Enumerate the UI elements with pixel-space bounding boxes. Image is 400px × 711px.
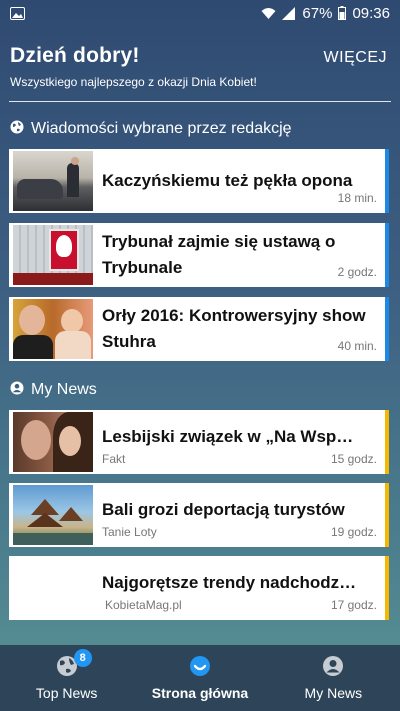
news-card-time: 40 min.: [337, 339, 377, 353]
news-card-title: Kaczyńskiemu też pękła opona: [102, 171, 353, 190]
signal-icon: [282, 6, 296, 20]
news-card-time: 2 godz.: [337, 265, 377, 279]
card-accent-bar: [385, 556, 389, 620]
mynews-card-title: Bali grozi deportacją turystów: [102, 500, 345, 519]
more-button[interactable]: WIĘCEJ: [324, 49, 387, 67]
mynews-card-source: Fakt: [102, 452, 126, 466]
news-card-title: Trybunał zajmie się ustawą o Trybunale: [102, 232, 336, 277]
mynews-card-time: 19 godz.: [330, 525, 377, 539]
car-photo: [13, 151, 93, 211]
person-icon: [322, 655, 344, 680]
person-icon: [10, 381, 24, 400]
mynews-card-time: 15 godz.: [330, 452, 377, 466]
bottom-navigation: 8 Top News Strona główna My News: [0, 645, 400, 711]
gallery-notification-icon: [10, 6, 25, 20]
battery-percent: 67%: [302, 4, 333, 22]
bali-temple-photo: [13, 485, 93, 545]
news-card-time: 18 min.: [337, 191, 377, 205]
news-card[interactable]: Kaczyńskiemu też pękła opona 18 min.: [9, 149, 389, 213]
smile-icon: [189, 655, 211, 680]
card-accent-bar: [385, 297, 389, 361]
wifi-icon: [261, 7, 276, 20]
top-news-badge: 8: [73, 649, 92, 667]
mynews-card-title: Najgorętsze trendy nadchodz…: [102, 573, 357, 592]
news-card-title: Orły 2016: Kontrowersyjny show Stuhra: [102, 306, 366, 351]
editors-heading-label: Wiadomości wybrane przez redakcję: [31, 120, 292, 137]
mynews-card[interactable]: Bali grozi deportacją turystów Tanie Lot…: [9, 483, 389, 547]
nav-home[interactable]: Strona główna: [135, 655, 265, 701]
mynews-section-heading: My News: [0, 378, 107, 402]
mynews-card-source: Tanie Loty: [102, 525, 157, 539]
mynews-heading-label: My News: [31, 381, 97, 398]
card-accent-bar: [385, 223, 389, 287]
tribunal-photo: [13, 225, 93, 285]
nav-my-news[interactable]: My News: [268, 655, 398, 701]
card-accent-bar: [385, 483, 389, 547]
mynews-card[interactable]: Lesbijski związek w „Na Wsp… Fakt 15 god…: [9, 410, 389, 474]
couple-photo: [13, 412, 93, 472]
nav-top-news[interactable]: 8 Top News: [2, 649, 132, 701]
mynews-card-time: 17 godz.: [330, 598, 377, 612]
nav-label: Strona główna: [151, 685, 249, 701]
news-card[interactable]: Trybunał zajmie się ustawą o Trybunale 2…: [9, 223, 389, 287]
nav-label: Top News: [35, 685, 98, 701]
editors-section-heading: Wiadomości wybrane przez redakcję: [0, 117, 302, 141]
greeting-header: Dzień dobry! Wszystkiego najlepszego z o…: [0, 26, 400, 89]
status-bar: 67% 09:36: [0, 0, 400, 26]
news-card[interactable]: Orły 2016: Kontrowersyjny show Stuhra 40…: [9, 297, 389, 361]
globe-icon: [10, 120, 24, 139]
mynews-card-title: Lesbijski związek w „Na Wsp…: [102, 427, 354, 446]
gala-photo: [13, 299, 93, 359]
greeting-subtitle: Wszystkiego najlepszego z okazji Dnia Ko…: [10, 75, 257, 89]
card-accent-bar: [385, 410, 389, 474]
header-divider: [9, 101, 391, 102]
mynews-card[interactable]: Najgorętsze trendy nadchodz… KobietaMag.…: [9, 556, 389, 620]
mynews-card-source: KobietaMag.pl: [105, 598, 182, 612]
empty-thumbnail: [13, 558, 93, 618]
card-accent-bar: [385, 149, 389, 213]
nav-label: My News: [304, 685, 363, 701]
battery-icon: [338, 6, 347, 20]
clock: 09:36: [352, 4, 390, 22]
